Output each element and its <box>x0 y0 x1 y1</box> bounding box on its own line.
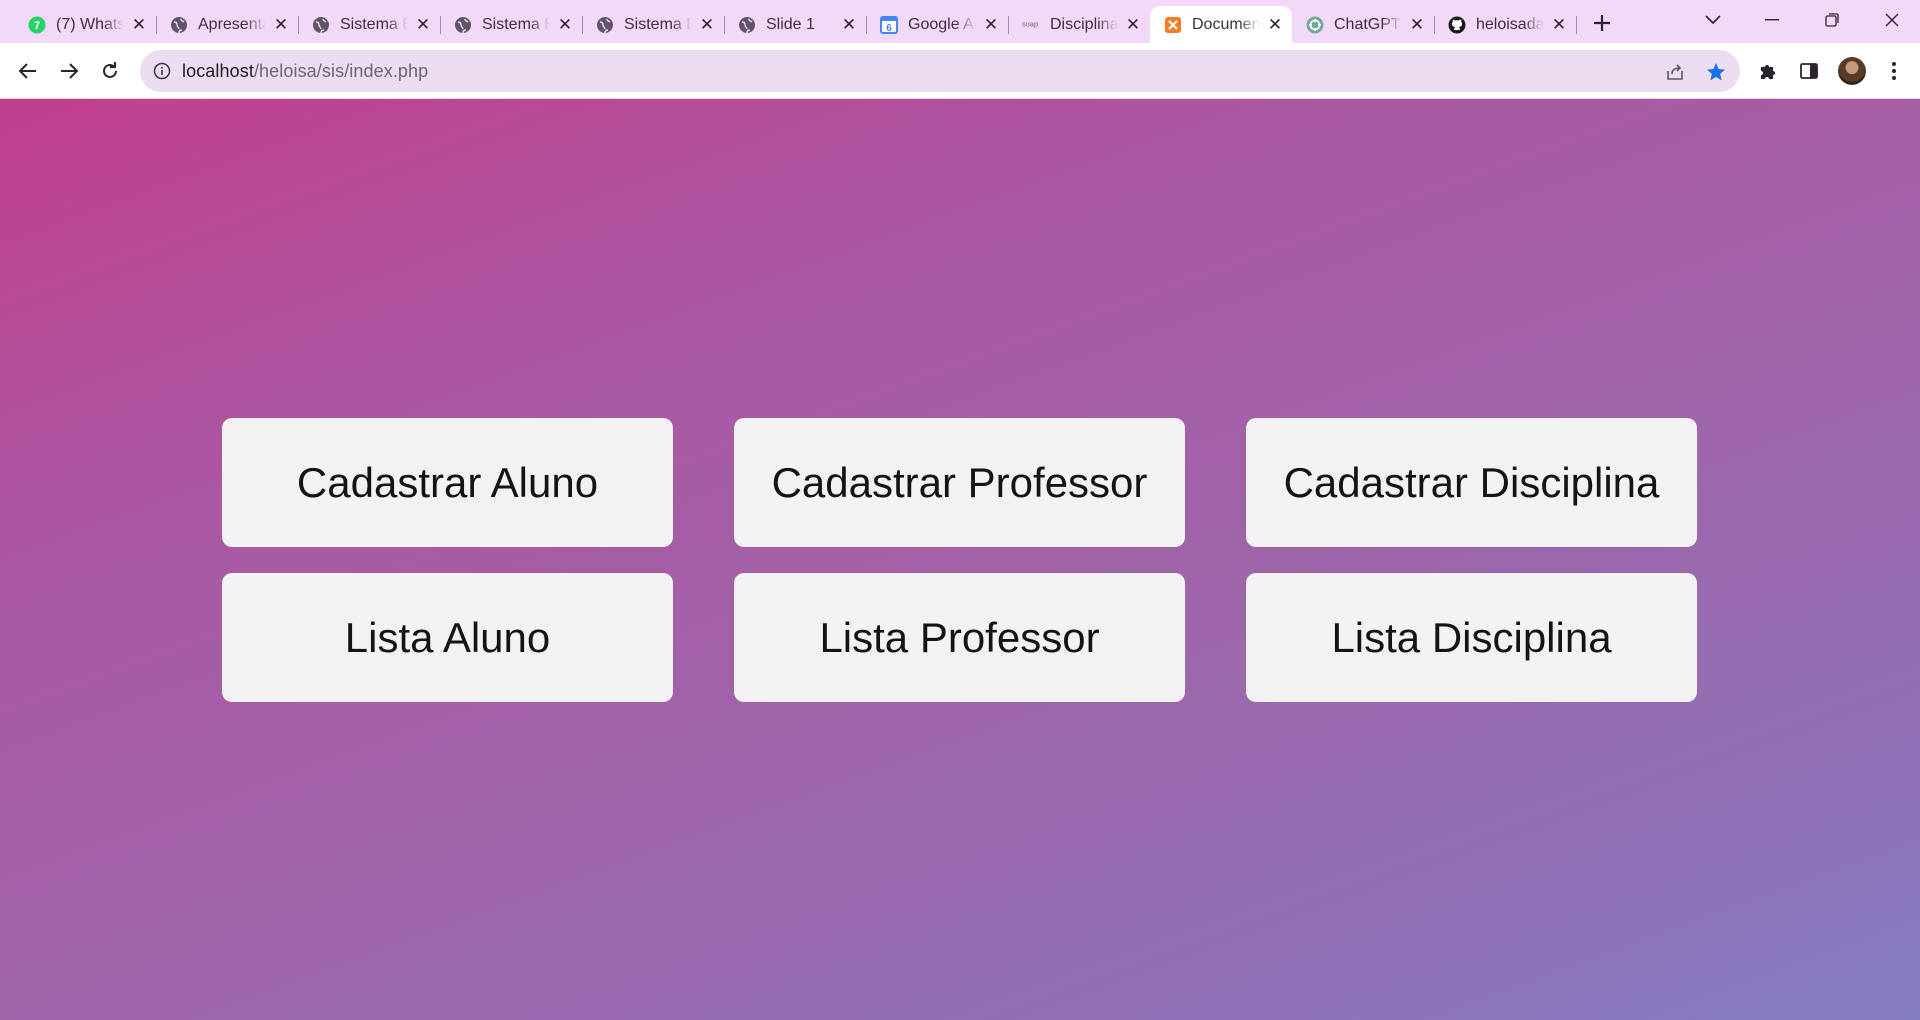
tab-whatsapp[interactable]: 7 (7) WhatsApp ✕ <box>14 6 157 43</box>
google-calendar-icon: 6 <box>880 15 898 34</box>
restore-icon <box>1825 13 1839 27</box>
arrow-right-icon <box>61 63 79 79</box>
reload-icon <box>103 62 117 78</box>
tab-sistema-3[interactable]: Sistema Escolar ✕ <box>582 6 725 43</box>
tab-sistema-2[interactable]: Sistema Escolar ✕ <box>440 6 583 43</box>
xampp-icon <box>1164 16 1182 34</box>
chatgpt-icon <box>1306 16 1324 34</box>
tab-slide-1[interactable]: Slide 1 ✕ <box>724 6 867 43</box>
suap-icon: suap <box>1022 16 1040 34</box>
new-tab-button[interactable] <box>1587 8 1617 38</box>
side-panel-icon[interactable] <box>1797 59 1821 83</box>
globe-icon <box>312 16 330 34</box>
tab-title: Slide 1 <box>766 15 815 33</box>
tab-strip: 7 (7) WhatsApp ✕ Apresentação ✕ Sistema … <box>0 0 1920 43</box>
github-icon <box>1448 16 1466 34</box>
tab-search-button[interactable] <box>1685 0 1741 40</box>
globe-icon <box>596 16 614 34</box>
tab-title: ChatGPT <box>1334 15 1401 33</box>
plus-icon <box>1594 15 1610 31</box>
close-tab-icon[interactable]: ✕ <box>1266 16 1284 34</box>
tab-title: Google Agenda <box>908 15 976 33</box>
extensions-puzzle-icon[interactable] <box>1756 59 1780 83</box>
close-icon <box>1885 13 1899 27</box>
cadastrar-aluno-button[interactable]: Cadastrar Aluno <box>222 418 673 547</box>
restore-button[interactable] <box>1804 0 1860 40</box>
share-icon[interactable] <box>1664 61 1686 83</box>
tab-title: (7) WhatsApp <box>56 15 124 33</box>
tab-title: Sistema Escolar <box>482 15 550 33</box>
tab-title: Apresentação <box>198 15 266 33</box>
tab-title: Document <box>1192 15 1260 33</box>
close-tab-icon[interactable]: ✕ <box>982 16 1000 34</box>
forward-button[interactable] <box>53 55 85 87</box>
close-tab-icon[interactable]: ✕ <box>414 16 432 34</box>
profile-avatar[interactable] <box>1838 57 1866 85</box>
tab-document-active[interactable]: Document ✕ <box>1150 6 1292 43</box>
site-info-icon[interactable] <box>152 61 172 81</box>
url-text: localhost/heloisa/sis/index.php <box>182 61 428 82</box>
close-tab-icon[interactable]: ✕ <box>556 16 574 34</box>
url-path: /heloisa/sis/index.php <box>253 60 429 81</box>
close-window-button[interactable] <box>1864 0 1920 40</box>
tab-github[interactable]: heloisadanielle ✕ <box>1434 6 1577 43</box>
svg-text:suap: suap <box>1022 19 1038 28</box>
cadastrar-professor-button[interactable]: Cadastrar Professor <box>734 418 1185 547</box>
svg-text:7: 7 <box>34 20 40 32</box>
lista-aluno-button[interactable]: Lista Aluno <box>222 573 673 702</box>
lista-disciplina-button[interactable]: Lista Disciplina <box>1246 573 1697 702</box>
tab-disciplina[interactable]: suap Disciplina ✕ <box>1008 6 1150 43</box>
close-tab-icon[interactable]: ✕ <box>840 16 858 34</box>
reload-button[interactable] <box>94 55 126 87</box>
minimize-icon <box>1765 19 1779 21</box>
tab-chatgpt[interactable]: ChatGPT ✕ <box>1292 6 1435 43</box>
menu-grid: Cadastrar Aluno Cadastrar Professor Cada… <box>222 418 1697 702</box>
back-button[interactable] <box>12 55 44 87</box>
close-tab-icon[interactable]: ✕ <box>1124 16 1142 34</box>
url-host: localhost <box>182 60 254 81</box>
globe-icon <box>738 16 756 34</box>
address-bar[interactable]: localhost/heloisa/sis/index.php <box>140 50 1740 92</box>
minimize-button[interactable] <box>1744 0 1800 40</box>
close-tab-icon[interactable]: ✕ <box>1550 16 1568 34</box>
tab-sistema-1[interactable]: Sistema Escolar ✕ <box>298 6 441 43</box>
close-tab-icon[interactable]: ✕ <box>698 16 716 34</box>
tab-separator <box>1576 16 1577 34</box>
svg-text:6: 6 <box>886 23 892 34</box>
tab-title: Disciplina <box>1050 15 1118 33</box>
close-tab-icon[interactable]: ✕ <box>1408 16 1426 34</box>
chevron-down-icon <box>1705 15 1721 25</box>
arrow-left-icon <box>18 63 36 79</box>
page-viewport: Cadastrar Aluno Cadastrar Professor Cada… <box>0 99 1920 1020</box>
cadastrar-disciplina-button[interactable]: Cadastrar Disciplina <box>1246 418 1697 547</box>
tab-title: Sistema Escolar <box>624 15 692 33</box>
globe-icon <box>170 16 188 34</box>
close-tab-icon[interactable]: ✕ <box>130 16 148 34</box>
close-tab-icon[interactable]: ✕ <box>272 16 290 34</box>
tab-apresentacao[interactable]: Apresentação ✕ <box>156 6 299 43</box>
more-menu-icon[interactable] <box>1882 59 1906 83</box>
tab-google-agenda[interactable]: 6 Google Agenda ✕ <box>866 6 1009 43</box>
bookmark-star-icon[interactable] <box>1705 61 1727 83</box>
globe-icon <box>454 16 472 34</box>
tab-title: Sistema Escolar <box>340 15 408 33</box>
lista-professor-button[interactable]: Lista Professor <box>734 573 1185 702</box>
browser-toolbar: localhost/heloisa/sis/index.php <box>0 43 1920 99</box>
tab-title: heloisadanielle <box>1476 15 1544 33</box>
whatsapp-icon: 7 <box>28 16 46 34</box>
